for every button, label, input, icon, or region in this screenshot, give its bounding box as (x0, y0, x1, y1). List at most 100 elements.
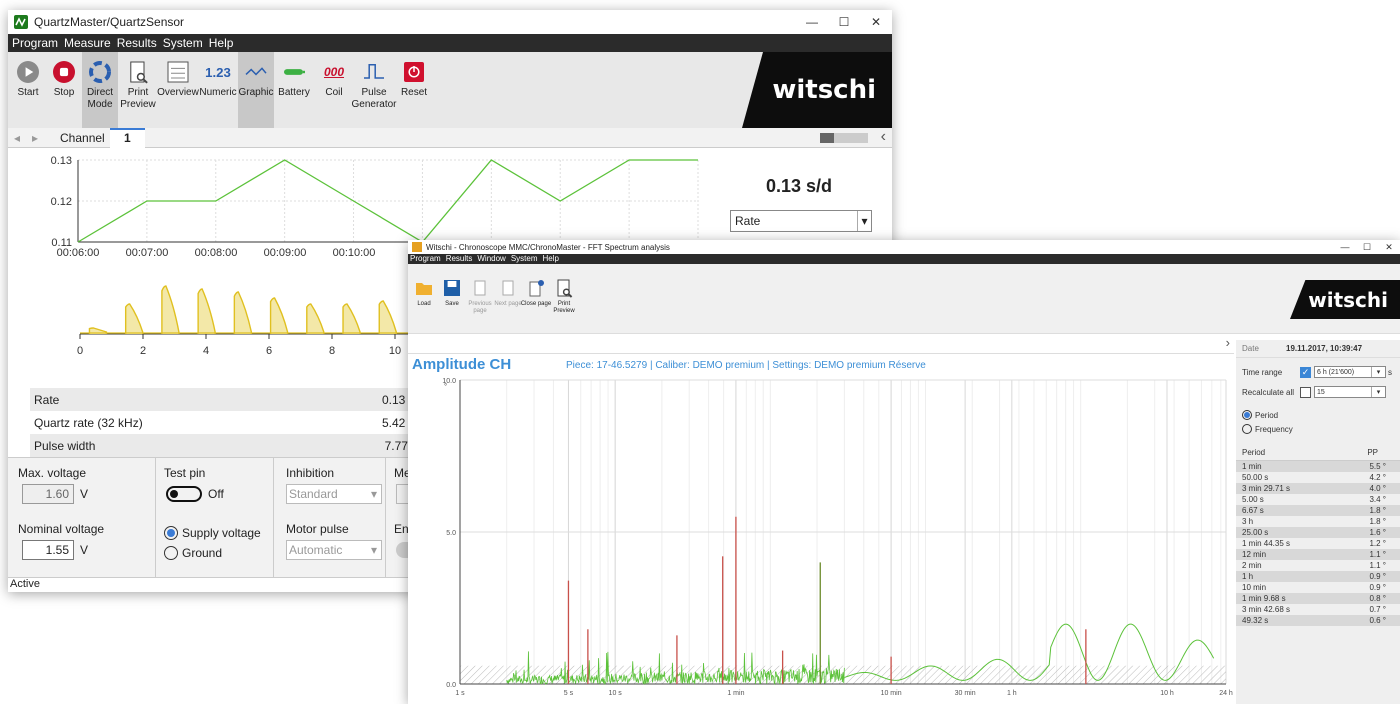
table-row[interactable]: 3 min 42.68 s 0.7 ° (1236, 604, 1400, 615)
start-button[interactable]: Start (10, 52, 46, 128)
radio-supply-voltage[interactable]: Supply voltage (164, 526, 261, 540)
direct-mode-button[interactable]: Direct Mode (82, 52, 118, 128)
tab-channel-label: Channel (60, 130, 105, 145)
table-row[interactable]: 10 min 0.9 ° (1236, 582, 1400, 593)
time-range-checkbox[interactable]: ✓ (1300, 366, 1311, 378)
table-row[interactable]: 2 min 1.1 ° (1236, 560, 1400, 571)
recalculate-select[interactable]: 15 ▾ (1314, 386, 1386, 398)
battery-button[interactable]: Battery (274, 52, 314, 128)
radio-ground[interactable]: Ground (164, 546, 222, 560)
table-row[interactable]: 25.00 s 1.6 ° (1236, 527, 1400, 538)
table-row[interactable]: 12 min 1.1 ° (1236, 549, 1400, 560)
tab-scroll-left-icon[interactable]: ◂ (8, 131, 26, 145)
maximize-icon[interactable]: ☐ (1356, 242, 1378, 253)
table-row[interactable]: 3 min 29.71 s 4.0 ° (1236, 483, 1400, 494)
menu-help[interactable]: Help (209, 34, 234, 52)
tab-scroll-right-icon[interactable]: ▸ (26, 131, 44, 145)
button-label: Start (17, 87, 39, 98)
menu-results[interactable]: Results (446, 254, 473, 264)
next-page-button[interactable]: Next page (494, 264, 522, 333)
table-row[interactable]: 50.00 s 4.2 ° (1236, 472, 1400, 483)
minimize-icon[interactable]: — (796, 15, 828, 29)
table-row[interactable]: 1 min 44.35 s 1.2 ° (1236, 538, 1400, 549)
table-row[interactable]: 6.67 s 1.8 ° (1236, 505, 1400, 516)
table-row[interactable]: 49.32 s 0.6 ° (1236, 615, 1400, 626)
close-icon[interactable]: ✕ (1378, 242, 1400, 253)
close-page-button[interactable]: Close page (520, 264, 552, 333)
stop-icon (52, 60, 76, 84)
pulse-generator-button[interactable]: Pulse Generator (351, 52, 397, 128)
window-title: QuartzMaster/QuartzSensor (34, 15, 185, 29)
table-row[interactable]: 5.00 s 3.4 ° (1236, 494, 1400, 505)
maximize-icon[interactable]: ☐ (828, 15, 860, 29)
load-button[interactable]: Load (410, 264, 438, 333)
collapse-panel-icon[interactable]: ‹ (881, 128, 886, 146)
menu-program[interactable]: Program (12, 34, 58, 52)
menu-system[interactable]: System (163, 34, 203, 52)
pp-cell: 1.2 ° (1369, 539, 1386, 548)
radio-period[interactable]: Period (1236, 398, 1400, 420)
inhibition-select[interactable]: Standard ▾ (286, 484, 382, 504)
graphic-button[interactable]: Graphic (238, 52, 274, 128)
stop-button[interactable]: Stop (46, 52, 82, 128)
button-label: Battery (278, 87, 310, 98)
channel-slider[interactable] (820, 133, 868, 143)
x-tick-label: 00:09:00 (264, 247, 307, 259)
collapse-panel-icon[interactable]: › (1226, 335, 1230, 350)
x-tick-label: 00:07:00 (126, 247, 169, 259)
tab-channel-1[interactable]: 1 (110, 127, 145, 148)
menu-window[interactable]: Window (477, 254, 505, 264)
previous-page-button[interactable]: Previous page (466, 264, 494, 333)
period-cell: 25.00 s (1242, 528, 1269, 537)
inhibition-label: Inhibition (286, 466, 335, 480)
pp-cell: 1.1 ° (1369, 561, 1386, 570)
button-label: Pulse (361, 87, 387, 98)
menu-measure[interactable]: Measure (64, 34, 111, 52)
button-label: Graphic (238, 87, 274, 98)
test-pin-toggle[interactable] (166, 486, 202, 502)
pulse-shape (342, 303, 361, 334)
period-cell: 1 min 9.68 s (1242, 594, 1286, 603)
x-tick-label: 24 h (1219, 690, 1233, 697)
chevron-down-icon: ▾ (370, 543, 378, 557)
radio-unselected-icon (164, 546, 178, 560)
coil-button[interactable]: 000 Coil (314, 52, 354, 128)
table-row[interactable]: 1 min 9.68 s 0.8 ° (1236, 593, 1400, 604)
numeric-button[interactable]: 1.23 Numeric (198, 52, 238, 128)
pp-cell: 4.0 ° (1369, 484, 1386, 493)
recalculate-checkbox[interactable] (1300, 386, 1311, 398)
button-label: Previous (468, 301, 492, 307)
date-value: 19.11.2017, 10:39:47 (1286, 344, 1363, 353)
table-row[interactable]: 3 h 1.8 ° (1236, 516, 1400, 527)
radio-frequency[interactable]: Frequency (1236, 420, 1400, 434)
radio-selected-icon (164, 526, 178, 540)
menu-help[interactable]: Help (543, 254, 559, 264)
readout-select[interactable]: Rate ▾ (730, 210, 872, 232)
button-label: Close page (520, 301, 552, 307)
table-row[interactable]: 1 min 5.5 ° (1236, 461, 1400, 472)
table-row[interactable]: 1 h 0.9 ° (1236, 571, 1400, 582)
overview-button[interactable]: Overview (157, 52, 199, 128)
date-label: Date (1242, 344, 1259, 353)
time-unit: s (1388, 367, 1392, 377)
print-preview-button[interactable]: Print Preview (550, 264, 578, 333)
toolbar: Start Stop Direct Mode Print Preview Overview 1… (8, 52, 892, 128)
close-icon[interactable]: ✕ (860, 15, 892, 29)
reset-icon (402, 60, 426, 84)
button-label: Save (445, 301, 459, 307)
table-row: Pulse width 7.77 n (30, 434, 420, 457)
motor-pulse-select[interactable]: Automatic ▾ (286, 540, 382, 560)
period-cell: 50.00 s (1242, 473, 1269, 482)
menu-system[interactable]: System (511, 254, 538, 264)
minimize-icon[interactable]: — (1334, 242, 1356, 253)
time-range-select[interactable]: 6 h (21'600) ▾ (1314, 366, 1386, 378)
menu-bar: Program Measure Results System Help (8, 34, 892, 52)
nominal-voltage-field[interactable]: 1.55 (22, 540, 74, 560)
chevron-down-icon: ▾ (370, 487, 378, 501)
menu-results[interactable]: Results (117, 34, 157, 52)
reset-button[interactable]: Reset (394, 52, 434, 128)
button-label: Generator (351, 98, 397, 110)
menu-program[interactable]: Program (410, 254, 441, 264)
save-button[interactable]: Save (438, 264, 466, 333)
print-preview-button[interactable]: Print Preview (118, 52, 158, 128)
